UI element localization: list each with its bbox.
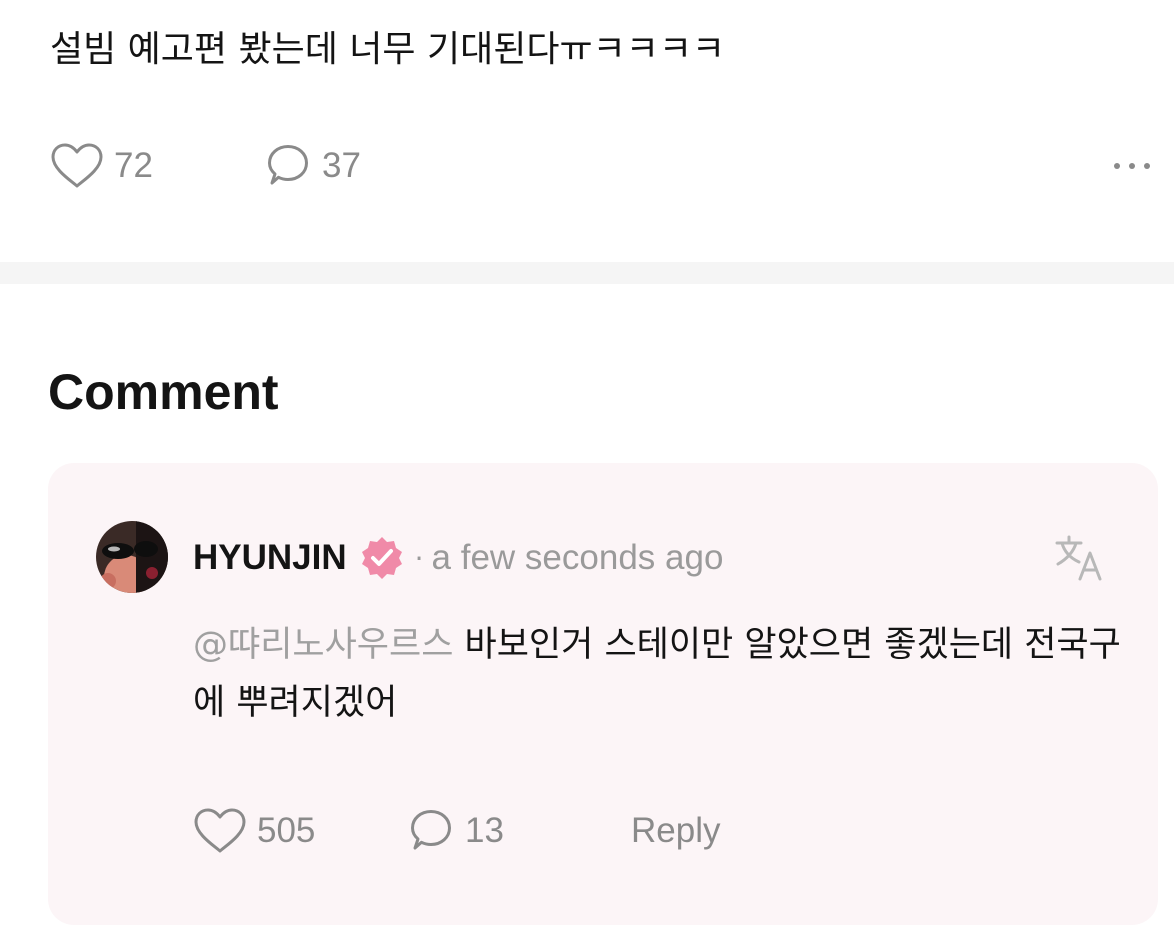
comment-bubble-icon xyxy=(268,145,308,185)
mention-link[interactable]: @땨리노사우르스 xyxy=(193,625,453,665)
reply-button[interactable]: Reply xyxy=(631,811,720,851)
post-like-button[interactable]: 72 xyxy=(50,142,264,190)
post-actions: 72 37 xyxy=(50,140,1150,192)
comment-reply-count: 13 xyxy=(465,811,504,850)
more-dots-icon xyxy=(1114,163,1120,169)
separator-dot: · xyxy=(414,541,424,575)
comment-like-count: 505 xyxy=(257,811,316,850)
section-divider xyxy=(0,262,1174,284)
comment-bubble-icon xyxy=(411,810,451,850)
more-options-button[interactable] xyxy=(1114,155,1150,177)
post-like-count: 72 xyxy=(114,146,153,185)
comment-section-heading: Comment xyxy=(48,364,279,420)
comment-replies-button[interactable]: 13 xyxy=(407,807,631,855)
comment-author-row: HYUNJIN · a few seconds ago xyxy=(193,533,723,583)
post-comment-count: 37 xyxy=(322,146,361,185)
comment-timestamp: a few seconds ago xyxy=(431,538,724,577)
translate-button[interactable] xyxy=(1053,533,1105,587)
verified-badge-icon xyxy=(361,537,402,579)
post-text: 설빔 예고편 봤는데 너무 기대된다ㅠㅋㅋㅋㅋ xyxy=(50,29,726,70)
heart-icon xyxy=(51,143,103,188)
author-name[interactable]: HYUNJIN xyxy=(193,538,347,578)
avatar[interactable] xyxy=(96,521,168,593)
comment-body: @땨리노사우르스 바보인거 스테이만 알았으면 좋겠는데 전국구에 뿌려지겠어 xyxy=(193,616,1123,732)
comment-like-button[interactable]: 505 xyxy=(193,807,407,855)
heart-icon xyxy=(194,808,246,853)
post-comment-button[interactable]: 37 xyxy=(264,142,361,190)
translate-icon xyxy=(1055,535,1102,581)
comment-actions: 505 13 Reply xyxy=(193,803,720,859)
comment-card: HYUNJIN · a few seconds ago @땨리노사우르스 바보인… xyxy=(48,463,1158,925)
